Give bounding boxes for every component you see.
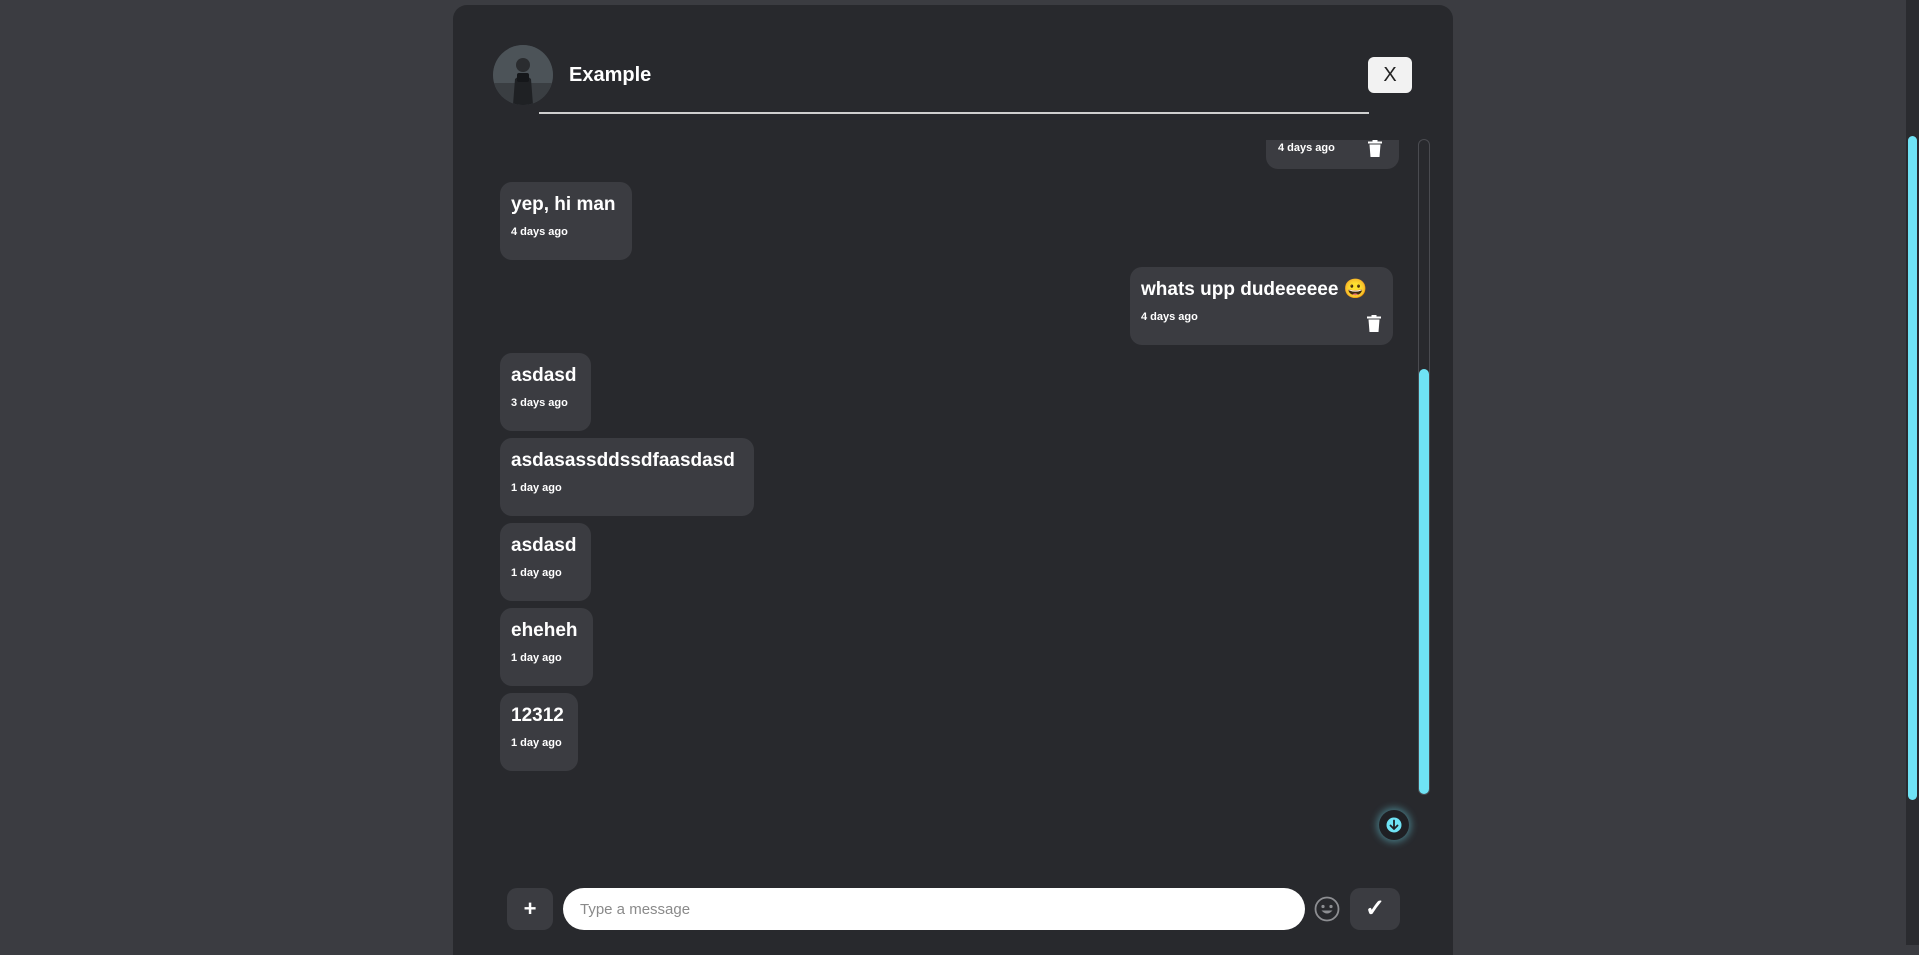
message-bubble: asdasd 3 days ago: [500, 353, 591, 431]
message-bubble: 4 days ago: [1266, 140, 1399, 169]
message-time: 3 days ago: [511, 397, 568, 409]
message-time: 1 day ago: [511, 482, 562, 494]
trash-icon[interactable]: [1367, 315, 1381, 332]
messages-scrollbar[interactable]: [1418, 139, 1430, 795]
message-bubble: asdasd 1 day ago: [500, 523, 591, 601]
page-scrollbar-thumb[interactable]: [1908, 136, 1917, 800]
message-text: whats upp dudeeeeee 😀: [1141, 279, 1368, 300]
contact-name: Example: [569, 64, 652, 86]
avatar: [493, 45, 553, 105]
message-text: eheheh: [511, 620, 578, 641]
message-text: asdasd: [511, 535, 577, 556]
arrow-down-icon: [1386, 817, 1402, 833]
message-time: 4 days ago: [1141, 311, 1198, 323]
chat-window: Example X 4 days ago yep, hi man 4 days …: [453, 5, 1453, 955]
message-text: 12312: [511, 705, 564, 726]
message-time: 1 day ago: [511, 652, 562, 664]
message-bubble: whats upp dudeeeeee 😀 4 days ago: [1130, 267, 1393, 345]
trash-icon[interactable]: [1368, 140, 1382, 157]
message-bubble: eheheh 1 day ago: [500, 608, 593, 686]
send-button[interactable]: ✓: [1350, 888, 1400, 930]
message-bubble: asdasassddssdfaasdasd 1 day ago: [500, 438, 754, 516]
profile-photo-icon: [493, 45, 553, 105]
close-button[interactable]: X: [1368, 57, 1412, 93]
smiley-icon[interactable]: [1314, 896, 1340, 922]
message-time: 1 day ago: [511, 567, 562, 579]
plus-icon: +: [523, 896, 537, 921]
chat-header: Example X: [453, 5, 1453, 115]
page-scrollbar[interactable]: [1906, 0, 1919, 945]
message-text: yep, hi man: [511, 194, 616, 215]
header-divider: [539, 112, 1369, 114]
messages-scrollbar-thumb[interactable]: [1419, 369, 1429, 794]
message-text: asdasassddssdfaasdasd: [511, 450, 735, 471]
message-time: 4 days ago: [511, 226, 568, 238]
message-text: asdasd: [511, 365, 577, 386]
message-time: 4 days ago: [1278, 142, 1335, 154]
message-bubble: 12312 1 day ago: [500, 693, 578, 771]
message-time: 1 day ago: [511, 737, 562, 749]
checkmark-icon: ✓: [1364, 895, 1386, 922]
message-input[interactable]: [563, 888, 1305, 930]
messages-area[interactable]: 4 days ago yep, hi man 4 days ago whats …: [453, 140, 1453, 800]
composer: + ✓: [453, 880, 1453, 940]
scroll-down-button[interactable]: [1379, 810, 1409, 840]
message-bubble: yep, hi man 4 days ago: [500, 182, 632, 260]
attach-button[interactable]: +: [507, 888, 553, 930]
